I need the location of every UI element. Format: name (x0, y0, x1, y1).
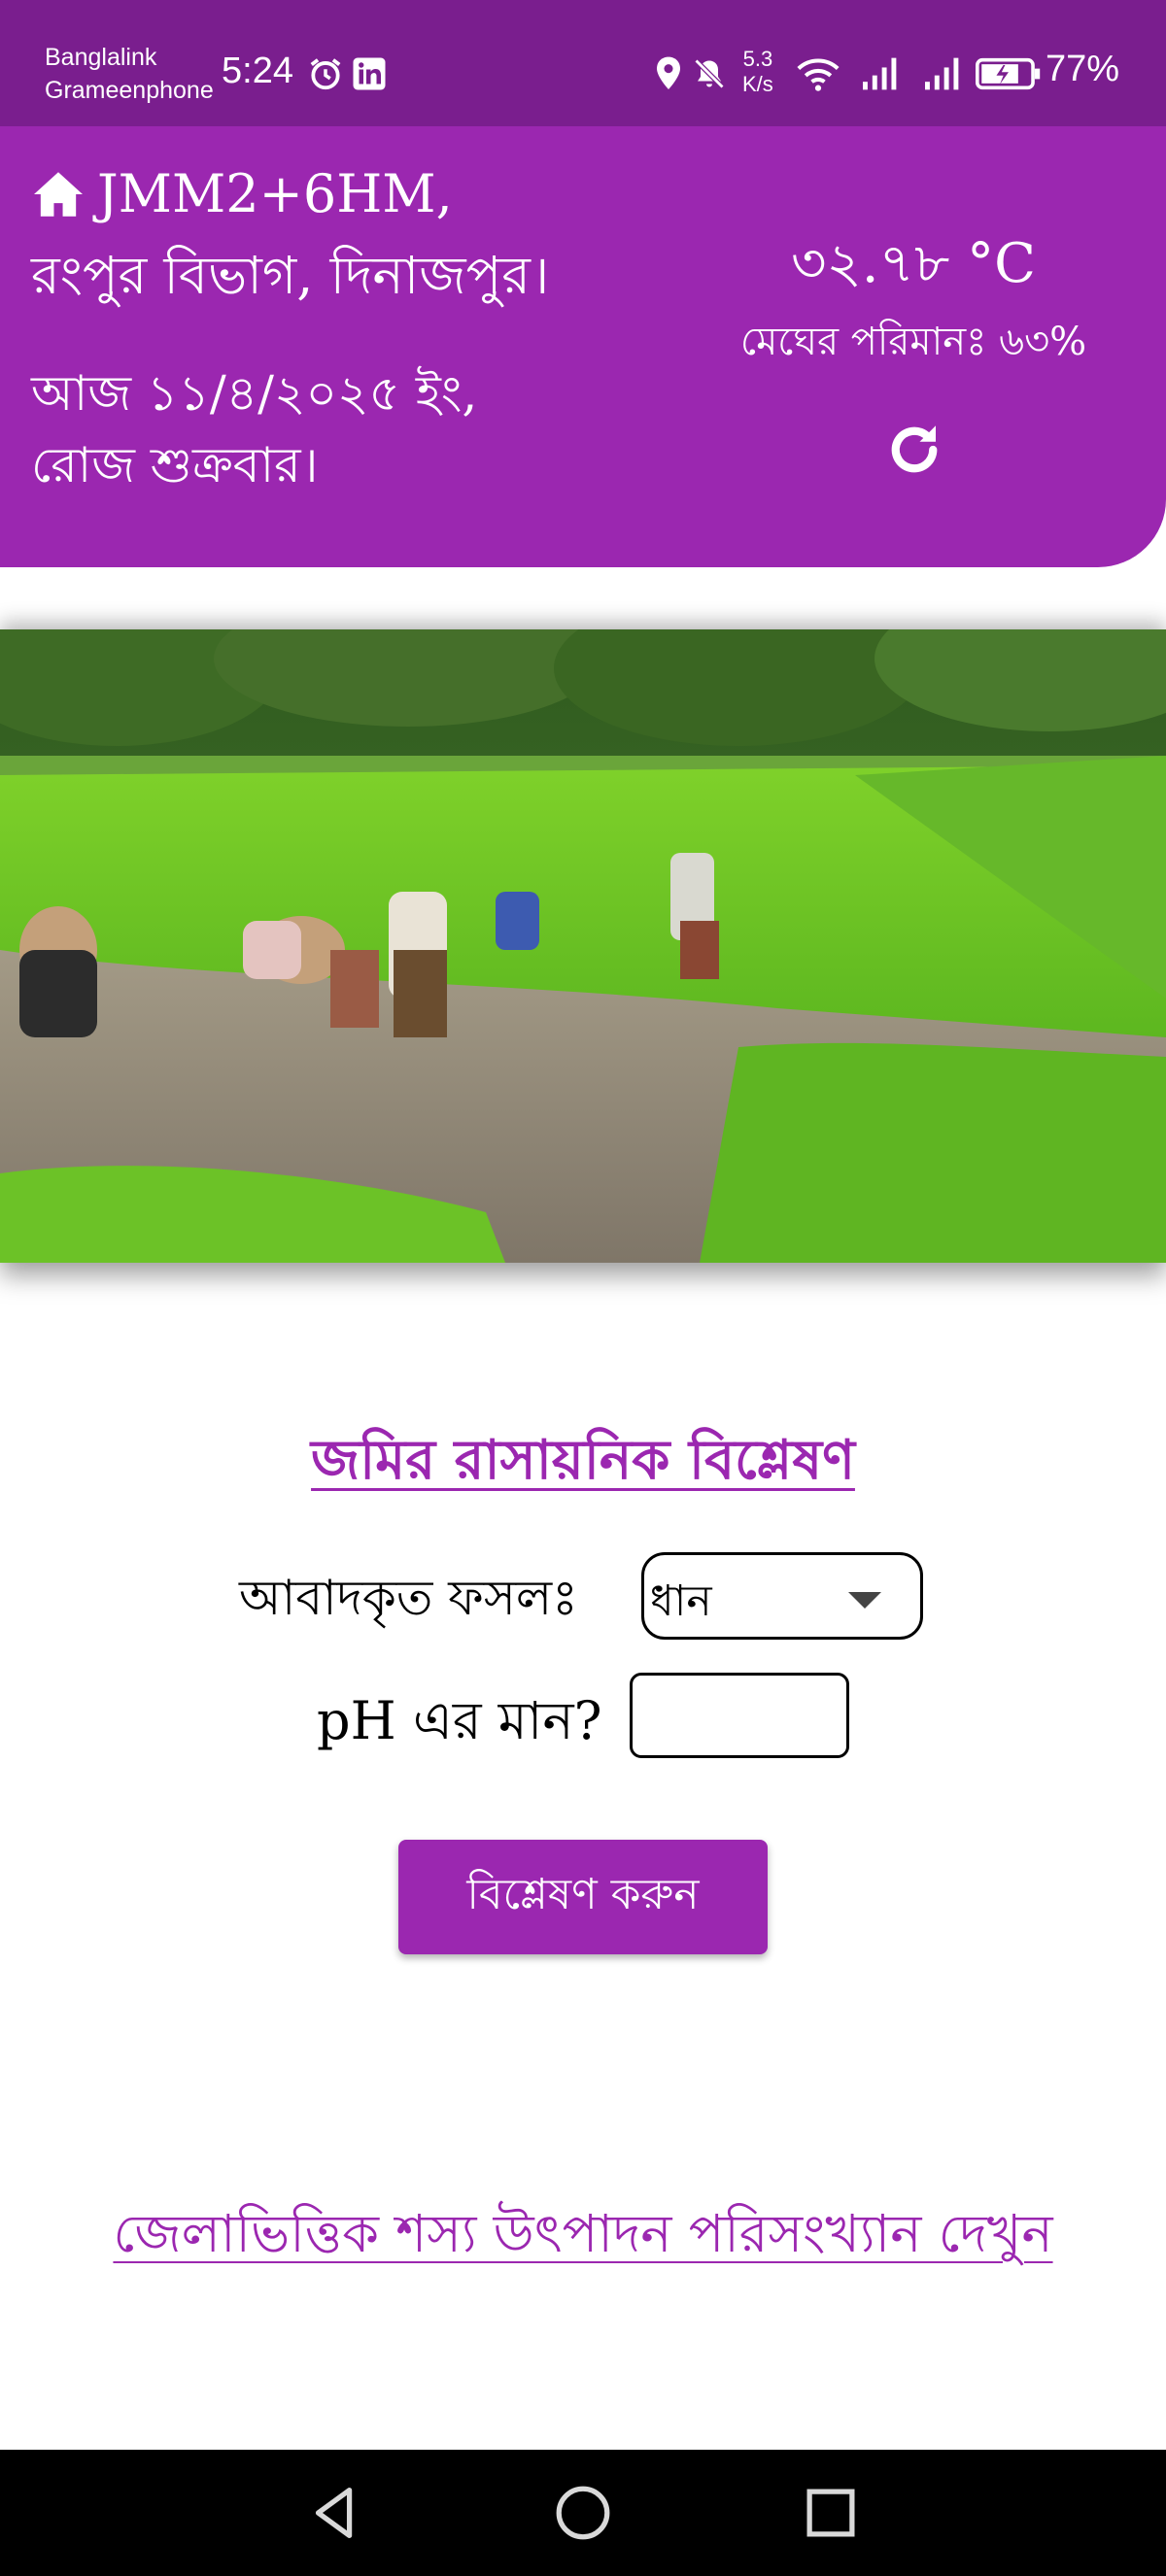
refresh-icon[interactable] (882, 418, 946, 482)
home-icon[interactable] (549, 2479, 617, 2547)
location-line-2: রংপুর বিভাগ, দিনাজপুর। (31, 245, 550, 306)
alarm-icon (307, 54, 344, 93)
location-line-1: JMM2+6HM, (31, 163, 453, 224)
status-bar: Banglalink Grameenphone 5:24 5.3 K/s 77% (0, 0, 1166, 126)
ph-label: pH এর মান? (317, 1690, 602, 1751)
home-icon (31, 170, 86, 219)
cloud-cover: মেঘের পরিমানঃ ৬৩% (739, 320, 1087, 364)
signal-icon (861, 54, 900, 93)
system-nav-bar (0, 2450, 1166, 2576)
ph-input[interactable] (630, 1673, 849, 1758)
dropdown-arrow-icon (848, 1592, 881, 1609)
carrier-2: Grameenphone (45, 77, 214, 104)
status-time: 5:24 (222, 51, 293, 91)
mute-icon (692, 54, 727, 93)
back-icon[interactable] (301, 2479, 369, 2547)
battery-icon (976, 54, 1042, 93)
location-code: JMM2+6HM, (97, 163, 453, 224)
date-line-2: রোজ শুক্রবার। (31, 437, 319, 493)
crop-select[interactable]: ধান (641, 1552, 923, 1640)
carrier-names: Banglalink Grameenphone (45, 41, 214, 107)
analyze-button[interactable]: বিশ্লেষণ করুন (398, 1840, 768, 1954)
crop-selected-value: ধান (650, 1576, 712, 1626)
net-speed-unit: K/s (742, 72, 773, 96)
analysis-title: জমির রাসায়নিক বিশ্লেষণ (311, 1428, 855, 1492)
battery-percent: 77% (1046, 49, 1120, 89)
rice-field-banner-image (0, 629, 1166, 1263)
carrier-1: Banglalink (45, 44, 157, 71)
temperature: ৩২.৭৮ °C (790, 232, 1037, 295)
recents-icon[interactable] (797, 2479, 865, 2547)
date-line-1: আজ ১১/৪/২০২৫ ইং, (31, 365, 478, 422)
linkedin-icon (352, 54, 387, 93)
net-speed-value: 5.3 (742, 47, 773, 71)
crop-label: আবাদকৃত ফসলঃ (239, 1570, 578, 1626)
wifi-icon (797, 54, 840, 93)
location-icon (653, 54, 684, 93)
signal-icon (923, 54, 962, 93)
district-stats-link[interactable]: জেলাভিত্তিক শস্য উৎপাদন পরিসংখ্যান দেখুন (0, 2193, 1166, 2281)
network-speed: 5.3 K/s (742, 47, 773, 97)
weather-header-card: JMM2+6HM, রংপুর বিভাগ, দিনাজপুর। আজ ১১/৪… (0, 126, 1166, 567)
